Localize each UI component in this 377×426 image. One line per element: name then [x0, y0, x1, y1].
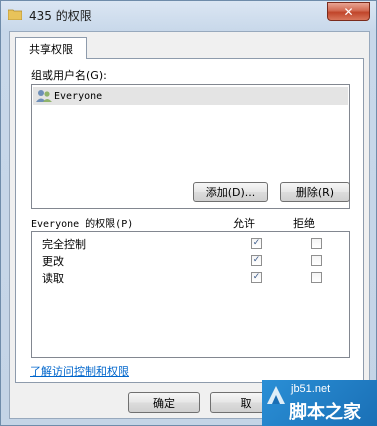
users-icon	[36, 90, 52, 102]
site-logo-icon	[267, 386, 285, 404]
ok-button[interactable]: 确定	[128, 392, 200, 413]
permission-name: 更改	[42, 255, 64, 268]
watermark-brand: 脚本之家	[289, 402, 361, 423]
permissions-list: 完全控制 ✓ 更改 ✓ 读取 ✓	[31, 231, 350, 358]
allow-checkbox-full-control[interactable]: ✓	[251, 238, 262, 249]
dialog-window: 435 的权限 ✕ 共享权限 组或用户名(G): Everyone 添加(D).…	[0, 0, 377, 426]
watermark-url: jb51.net	[291, 383, 331, 395]
window-title: 435 的权限	[29, 9, 92, 23]
allow-checkbox-change[interactable]: ✓	[251, 255, 262, 266]
allow-column-header: 允许	[233, 217, 255, 230]
permission-row-change: 更改 ✓	[32, 252, 349, 268]
deny-checkbox-change[interactable]	[311, 255, 322, 266]
permission-row-read: 读取 ✓	[32, 269, 349, 285]
add-button[interactable]: 添加(D)...	[193, 182, 268, 202]
allow-checkbox-read[interactable]: ✓	[251, 272, 262, 283]
deny-column-header: 拒绝	[293, 217, 315, 230]
permissions-title: Everyone 的权限(P)	[31, 219, 134, 230]
title-bar: 435 的权限 ✕	[1, 1, 376, 29]
client-area: 共享权限 组或用户名(G): Everyone 添加(D)... 删除(R) E…	[9, 31, 370, 419]
remove-button[interactable]: 删除(R)	[280, 182, 350, 202]
folder-icon	[8, 9, 22, 20]
close-icon: ✕	[343, 4, 354, 19]
user-name: Everyone	[54, 90, 103, 102]
deny-checkbox-full-control[interactable]	[311, 238, 322, 249]
permission-name: 完全控制	[42, 238, 86, 251]
permission-row-full-control: 完全控制 ✓	[32, 235, 349, 251]
permission-name: 读取	[42, 272, 64, 285]
deny-checkbox-read[interactable]	[311, 272, 322, 283]
learn-access-control-link[interactable]: 了解访问控制和权限	[30, 363, 129, 379]
group-or-user-label: 组或用户名(G):	[31, 69, 107, 82]
list-item[interactable]: Everyone	[33, 87, 348, 105]
tab-share-permissions[interactable]: 共享权限	[15, 37, 87, 59]
close-button[interactable]: ✕	[327, 2, 370, 21]
